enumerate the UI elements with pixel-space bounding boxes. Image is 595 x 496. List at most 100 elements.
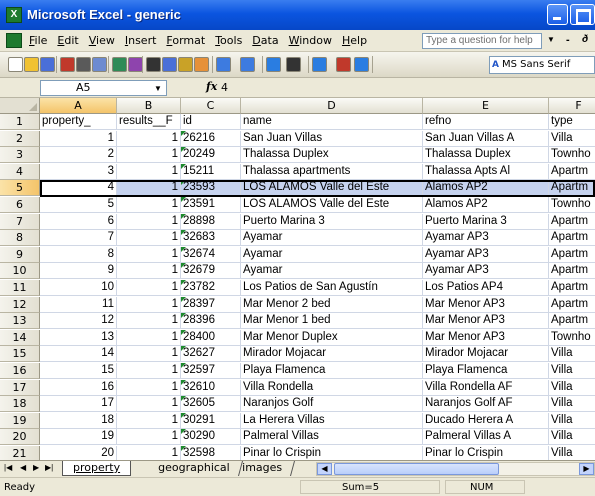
- cell-f4[interactable]: Apartm: [549, 164, 595, 180]
- cell-a4[interactable]: 3: [40, 163, 117, 180]
- row-header[interactable]: 5: [0, 180, 40, 197]
- hyperlink-icon[interactable]: [266, 57, 281, 72]
- cell-a12[interactable]: 11: [40, 296, 117, 313]
- copy-icon[interactable]: [162, 57, 177, 72]
- menu-window[interactable]: Window: [289, 34, 332, 47]
- autosum-icon[interactable]: [286, 57, 301, 72]
- column-header-f[interactable]: F: [549, 98, 595, 114]
- cell-a19[interactable]: 18: [40, 412, 117, 429]
- cell-e11[interactable]: Los Patios AP4: [423, 280, 549, 296]
- cell-a5[interactable]: 4: [40, 180, 117, 197]
- number-as-text-flag-icon[interactable]: [181, 346, 186, 352]
- cell-b20[interactable]: 1: [117, 429, 181, 446]
- cell-d2[interactable]: San Juan Villas: [241, 130, 423, 147]
- cell-b17[interactable]: 1: [117, 379, 181, 396]
- cell-b5[interactable]: 1: [117, 180, 181, 197]
- cell-a9[interactable]: 8: [40, 246, 117, 263]
- row-header[interactable]: 12: [0, 296, 40, 313]
- row-header[interactable]: 3: [0, 147, 40, 164]
- cell-c7[interactable]: 28898: [181, 213, 241, 230]
- cell-a1[interactable]: property_: [40, 114, 117, 130]
- number-as-text-flag-icon[interactable]: [181, 363, 186, 368]
- menu-data[interactable]: Data: [252, 34, 278, 47]
- cell-f1[interactable]: type: [549, 114, 595, 130]
- cell-b10[interactable]: 1: [117, 263, 181, 280]
- cell-d11[interactable]: Los Patios de San Agustín: [241, 280, 423, 296]
- cell-c5[interactable]: 23593: [181, 180, 241, 197]
- cell-c4[interactable]: 15211: [181, 163, 241, 180]
- number-as-text-flag-icon[interactable]: [181, 147, 186, 153]
- cell-c20[interactable]: 30290: [181, 429, 241, 446]
- cell-b9[interactable]: 1: [117, 246, 181, 263]
- row-header[interactable]: 21: [0, 446, 40, 460]
- last-sheet-icon[interactable]: ▶|: [45, 463, 53, 472]
- select-all-corner[interactable]: [0, 98, 40, 114]
- menu-insert[interactable]: Insert: [125, 34, 157, 47]
- scroll-left-icon[interactable]: ◀: [317, 463, 332, 475]
- chart-wizard-icon[interactable]: [336, 57, 351, 72]
- cell-a2[interactable]: 1: [40, 130, 117, 147]
- row-header[interactable]: 17: [0, 379, 40, 396]
- number-as-text-flag-icon[interactable]: [181, 230, 186, 236]
- row-header[interactable]: 6: [0, 197, 40, 213]
- menu-view[interactable]: View: [89, 34, 115, 47]
- cell-e18[interactable]: Naranjos Golf AF: [423, 396, 549, 413]
- cell-e13[interactable]: Mar Menor AP3: [423, 313, 549, 330]
- cell-e9[interactable]: Ayamar AP3: [423, 246, 549, 263]
- cell-b4[interactable]: 1: [117, 163, 181, 180]
- cell-a8[interactable]: 7: [40, 230, 117, 247]
- cell-e6[interactable]: Alamos AP2: [423, 197, 549, 213]
- cell-f3[interactable]: Townho: [549, 147, 595, 164]
- cell-e21[interactable]: Pinar lo Crispin: [423, 446, 549, 460]
- menu-file[interactable]: File: [29, 34, 47, 47]
- cell-f13[interactable]: Apartm: [549, 313, 595, 330]
- row-header[interactable]: 10: [0, 263, 40, 280]
- row-header[interactable]: 7: [0, 213, 40, 230]
- open-icon[interactable]: [24, 57, 39, 72]
- cell-b16[interactable]: 1: [117, 363, 181, 379]
- cell-e12[interactable]: Mar Menor AP3: [423, 296, 549, 313]
- number-as-text-flag-icon[interactable]: [181, 213, 186, 219]
- cell-d12[interactable]: Mar Menor 2 bed: [241, 296, 423, 313]
- cell-a10[interactable]: 9: [40, 263, 117, 280]
- cell-e4[interactable]: Thalassa Apts Al: [423, 163, 549, 180]
- cell-f18[interactable]: Villa: [549, 396, 595, 413]
- cell-a20[interactable]: 19: [40, 429, 117, 446]
- cell-f7[interactable]: Apartm: [549, 214, 595, 230]
- cell-b19[interactable]: 1: [117, 412, 181, 429]
- cell-c16[interactable]: 32597: [181, 363, 241, 379]
- cell-e7[interactable]: Puerto Marina 3: [423, 213, 549, 230]
- number-as-text-flag-icon[interactable]: [181, 197, 186, 202]
- cell-b3[interactable]: 1: [117, 147, 181, 164]
- menu-edit[interactable]: Edit: [57, 34, 78, 47]
- cell-a13[interactable]: 12: [40, 313, 117, 330]
- cell-d4[interactable]: Thalassa apartments: [241, 163, 423, 180]
- cell-c6[interactable]: 23591: [181, 197, 241, 213]
- cell-e16[interactable]: Playa Flamenca: [423, 363, 549, 379]
- cell-c18[interactable]: 32605: [181, 396, 241, 413]
- cell-a16[interactable]: 15: [40, 363, 117, 379]
- ask-question-box[interactable]: Type a question for help: [422, 33, 542, 49]
- cell-e2[interactable]: San Juan Villas A: [423, 130, 549, 147]
- cell-f17[interactable]: Villa: [549, 380, 595, 396]
- cell-b8[interactable]: 1: [117, 230, 181, 247]
- column-header-c[interactable]: C: [181, 98, 241, 114]
- font-name-select[interactable]: MS Sans Serif: [489, 56, 595, 74]
- cell-c8[interactable]: 32683: [181, 230, 241, 247]
- formula-value[interactable]: 4: [221, 81, 228, 94]
- cell-f19[interactable]: Villa: [549, 413, 595, 429]
- row-header[interactable]: 20: [0, 429, 40, 446]
- print-icon[interactable]: [76, 57, 91, 72]
- cell-d1[interactable]: name: [241, 114, 423, 130]
- ask-dropdown-arrow-icon[interactable]: ▼: [547, 35, 555, 44]
- cell-f15[interactable]: Villa: [549, 346, 595, 363]
- workbook-icon[interactable]: [6, 33, 22, 48]
- cut-icon[interactable]: [146, 57, 161, 72]
- help-icon[interactable]: [354, 57, 369, 72]
- number-as-text-flag-icon[interactable]: [181, 280, 186, 285]
- cell-e1[interactable]: refno: [423, 114, 549, 130]
- paste-icon[interactable]: [178, 57, 193, 72]
- cell-f14[interactable]: Townho: [549, 330, 595, 346]
- cell-f5[interactable]: Apartm: [549, 180, 595, 197]
- row-header[interactable]: 18: [0, 396, 40, 413]
